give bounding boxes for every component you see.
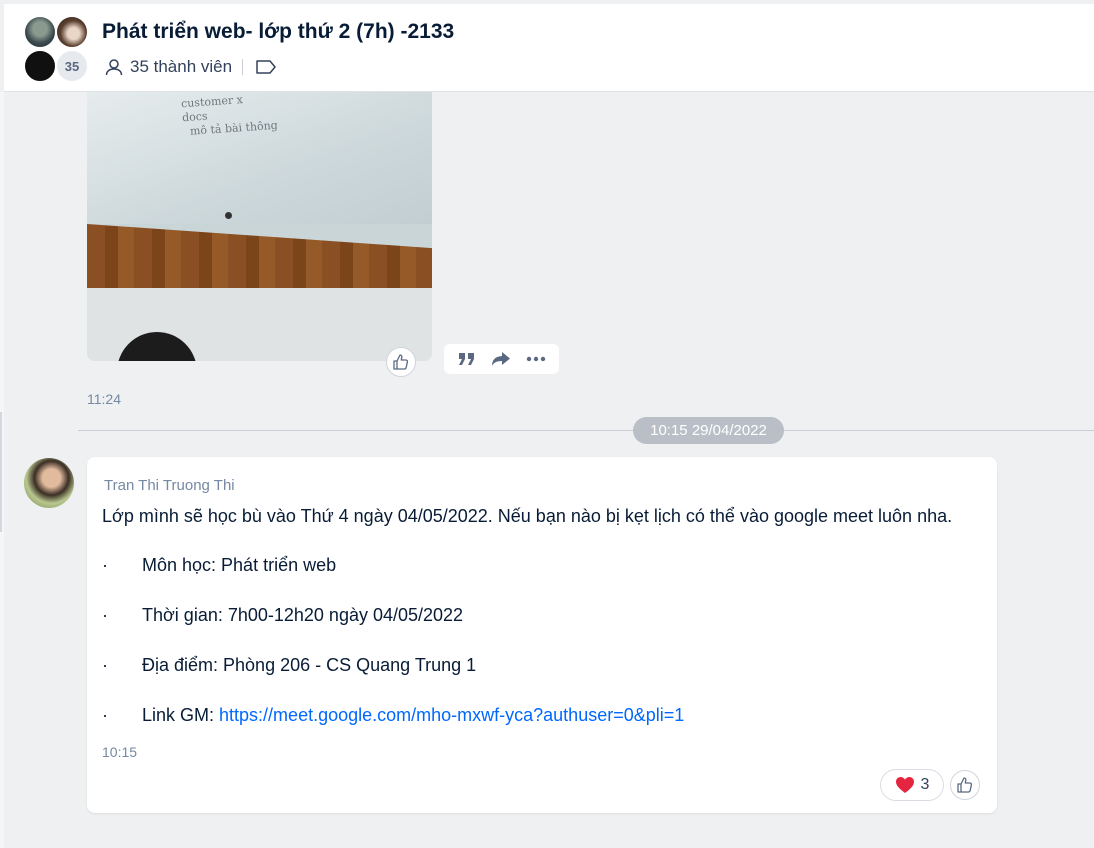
reaction-summary[interactable]: 3 <box>880 769 944 801</box>
like-button[interactable] <box>386 347 416 377</box>
members-row: 35 thành viên <box>104 56 277 78</box>
like-icon <box>392 353 410 371</box>
sender-avatar[interactable] <box>24 458 74 508</box>
more-icon[interactable] <box>522 345 550 373</box>
message-actions <box>444 344 559 374</box>
left-edge-mark <box>0 412 2 532</box>
group-title[interactable]: Phát triển web- lớp thứ 2 (7h) -2133 <box>102 20 454 44</box>
member-avatar <box>56 16 88 48</box>
list-item: Thời gian: 7h00-12h20 ngày 04/05/2022 <box>142 605 464 625</box>
bullet-icon: · <box>102 605 108 625</box>
photo-dot <box>225 212 232 219</box>
tag-icon[interactable] <box>255 59 277 75</box>
separator <box>242 59 244 75</box>
bullet-icon: · <box>102 555 108 575</box>
left-edge <box>0 92 4 848</box>
bullet-icon: · <box>102 705 108 725</box>
member-avatar <box>24 50 56 82</box>
chat-header: 35 Phát triển web- lớp thứ 2 (7h) -2133 … <box>4 4 1094 92</box>
reaction-count: 3 <box>920 776 930 793</box>
heart-icon <box>895 776 915 794</box>
message-time: 10:15 <box>102 744 138 760</box>
group-avatar[interactable]: 35 <box>24 16 90 82</box>
list-item-link: Link GM: https://meet.google.com/mho-mxw… <box>142 705 684 726</box>
member-count-avatar: 35 <box>56 50 88 82</box>
message-intro: Lớp mình sẽ học bù vào Thứ 4 ngày 04/05/… <box>102 506 953 526</box>
members-count[interactable]: 35 thành viên <box>130 57 232 77</box>
message-bubble[interactable]: Tran Thi Truong Thi Lớp mình sẽ học bù v… <box>87 457 997 813</box>
bullet-icon: · <box>102 655 108 675</box>
date-divider: 10:15 29/04/2022 <box>633 417 784 444</box>
message-time: 11:24 <box>87 391 121 407</box>
share-icon[interactable] <box>487 345 515 373</box>
like-button[interactable] <box>950 770 980 800</box>
date-divider-line <box>78 430 1094 431</box>
list-item: Môn học: Phát triển web <box>142 555 337 575</box>
photo-handwriting: customer x docs mô tả bài thông <box>180 93 279 139</box>
sender-name[interactable]: Tran Thi Truong Thi <box>104 477 235 494</box>
person-icon[interactable] <box>104 57 124 77</box>
photo-attachment[interactable]: customer x docs mô tả bài thông <box>87 92 432 361</box>
member-avatar <box>24 16 56 48</box>
quote-icon[interactable] <box>453 345 481 373</box>
list-item: Địa điểm: Phòng 206 - CS Quang Trung 1 <box>142 655 477 675</box>
like-icon <box>956 776 974 794</box>
meet-link[interactable]: https://meet.google.com/mho-mxwf-yca?aut… <box>219 705 684 725</box>
link-label: Link GM: <box>142 705 220 725</box>
